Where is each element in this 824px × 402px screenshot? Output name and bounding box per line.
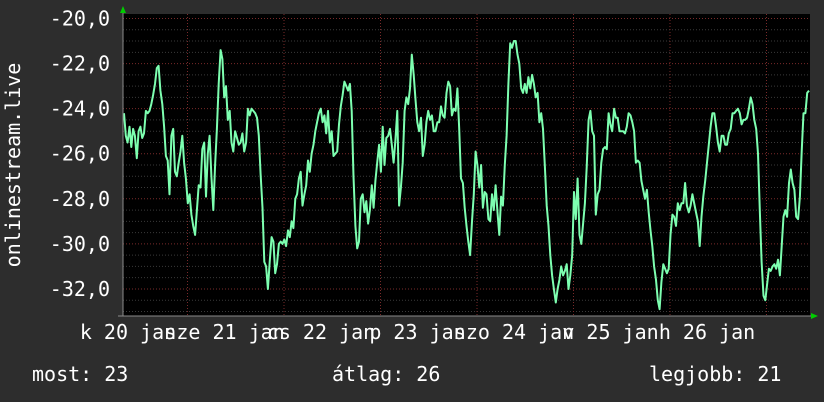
stat-average: átlag: 26 [332, 362, 441, 386]
y-tick-label: -20,0 [50, 7, 110, 31]
x-tick-label: k 20 jan [80, 320, 176, 344]
y-axis-title: onlinestream.live [1, 63, 25, 268]
x-tick-label: cs 22 jan [267, 320, 375, 344]
y-axis-ticks: -20,0 -22,0 -24,0 -26,0 -28,0 -30,0 -32,0 [50, 7, 110, 301]
y-tick-label: -32,0 [50, 277, 110, 301]
temperature-chart: -20,0 -22,0 -24,0 -26,0 -28,0 -30,0 -32,0 k 20… [1, 6, 818, 344]
y-tick-label: -30,0 [50, 232, 110, 256]
x-tick-label: h 26 jan [659, 320, 755, 344]
stat-current: most: 23 [32, 362, 129, 386]
x-tick-label: v 25 jan [562, 320, 658, 344]
x-axis-arrow [811, 313, 818, 319]
y-tick-label: -28,0 [50, 187, 110, 211]
y-tick-label: -26,0 [50, 142, 110, 166]
x-tick-label: szo 24 jan [454, 320, 574, 344]
x-tick-label: p 23 jan [369, 320, 465, 344]
y-tick-label: -22,0 [50, 52, 110, 76]
x-axis-ticks: k 20 jansze 21 jancs 22 janp 23 janszo 2… [80, 320, 755, 344]
y-tick-label: -24,0 [50, 97, 110, 121]
stat-best: legjobb: 21 [649, 362, 782, 386]
y-axis-arrow [120, 6, 126, 13]
